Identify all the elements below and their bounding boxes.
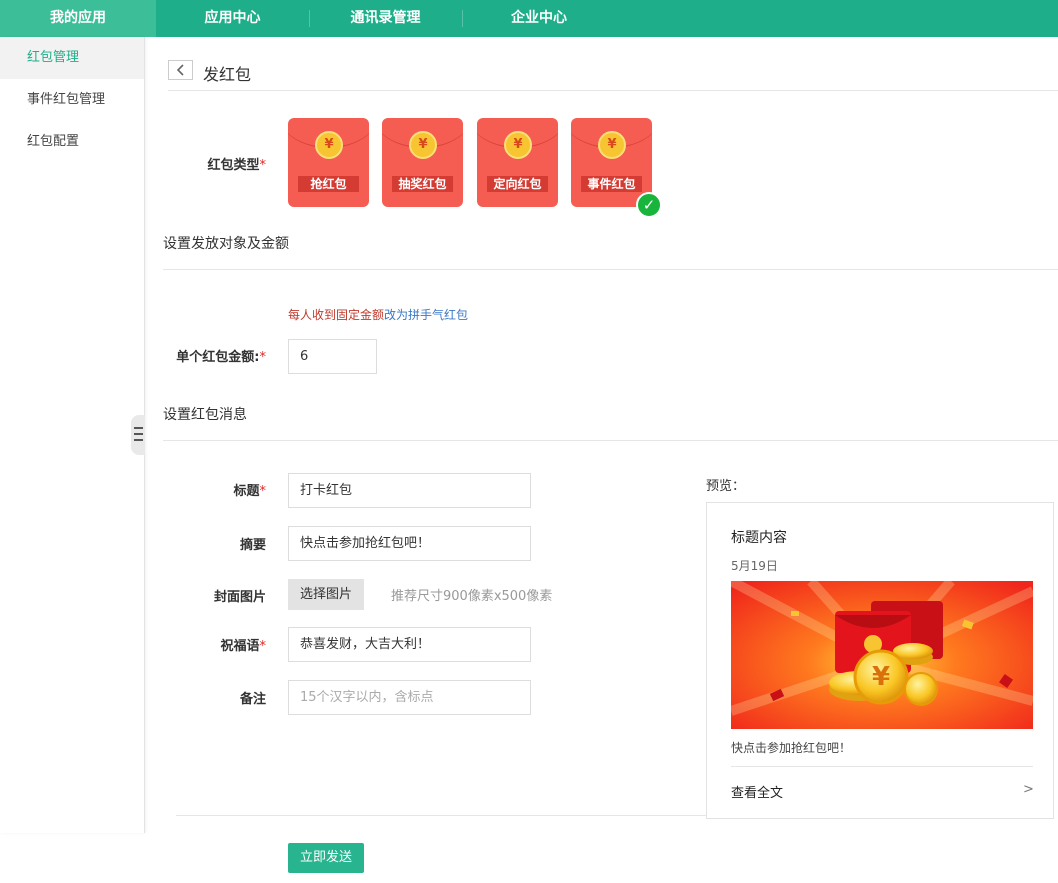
- preview-title: 标题内容: [731, 530, 787, 546]
- sidebar-item-redpacket-management[interactable]: 红包管理: [0, 37, 144, 79]
- type-option-label: 事件红包: [581, 176, 642, 192]
- type-option-event[interactable]: ¥ 事件红包: [571, 118, 652, 207]
- preview-cover-image: ¥: [731, 581, 1033, 729]
- chevron-left-icon: [176, 64, 184, 76]
- divider: [163, 440, 1058, 441]
- chevron-right-icon: >: [1023, 782, 1034, 797]
- summary-input[interactable]: 快点击参加抢红包吧！: [288, 526, 531, 561]
- checkmark-icon: ✓: [636, 192, 662, 218]
- divider: [176, 815, 706, 816]
- svg-text:¥: ¥: [872, 662, 890, 692]
- read-more-link[interactable]: 查看全文: [731, 782, 783, 801]
- note-input[interactable]: 15个汉字以内，含标点: [288, 680, 531, 715]
- page-title: 发红包: [203, 65, 252, 84]
- type-option-directed[interactable]: ¥ 定向红包: [477, 118, 558, 207]
- blessing-input[interactable]: 恭喜发财，大吉大利！: [288, 627, 531, 662]
- title-label: 标题*: [233, 484, 266, 499]
- sidebar: 红包管理 事件红包管理 红包配置: [0, 37, 145, 833]
- type-option-label: 抽奖红包: [392, 176, 453, 192]
- top-nav: 我的应用 应用中心 通讯录管理 企业中心: [0, 0, 1058, 37]
- type-option-label: 定向红包: [487, 176, 548, 192]
- type-option-lottery[interactable]: ¥ 抽奖红包: [382, 118, 463, 207]
- preview-label: 预览：: [706, 479, 746, 494]
- divider: [163, 269, 1058, 270]
- cover-size-hint: 推荐尺寸900像素x500像素: [391, 589, 553, 604]
- yuan-coin-icon: ¥: [315, 131, 343, 159]
- amount-hint: 每人收到固定金额改为拼手气红包: [288, 306, 468, 323]
- summary-label: 摘要: [239, 538, 266, 553]
- yuan-coin-icon: ¥: [598, 131, 626, 159]
- amount-hint-text: 每人收到固定金额: [288, 308, 385, 322]
- type-option-label: 抢红包: [298, 176, 359, 192]
- type-label: 红包类型*: [207, 158, 266, 173]
- note-label: 备注: [239, 692, 266, 707]
- sidebar-item-redpacket-config[interactable]: 红包配置: [0, 121, 144, 163]
- divider: [731, 766, 1033, 767]
- tab-enterprise[interactable]: 企业中心: [462, 0, 616, 37]
- amount-input[interactable]: 6: [288, 339, 377, 374]
- divider: [168, 90, 1058, 91]
- tab-app-center[interactable]: 应用中心: [156, 0, 309, 37]
- yuan-coin-icon: ¥: [409, 131, 437, 159]
- back-button[interactable]: [168, 60, 193, 80]
- section-title-message: 设置红包消息: [163, 407, 247, 423]
- section-title-amount: 设置发放对象及金额: [163, 236, 289, 252]
- choose-image-button[interactable]: 选择图片: [288, 579, 364, 610]
- cover-label: 封面图片: [213, 590, 266, 605]
- sidebar-item-event-redpacket[interactable]: 事件红包管理: [0, 79, 144, 121]
- preview-date: 5月19日: [731, 559, 778, 573]
- tab-contacts[interactable]: 通讯录管理: [309, 0, 462, 37]
- sidebar-toggle-handle[interactable]: [131, 415, 145, 455]
- preview-card: 标题内容 5月19日 ¥ 快点击参加抢红包吧！ 查看全文 >: [706, 502, 1054, 819]
- yuan-coin-icon: ¥: [504, 131, 532, 159]
- switch-to-random-link[interactable]: 改为拼手气红包: [384, 308, 468, 322]
- title-input[interactable]: 打卡红包: [288, 473, 531, 508]
- blessing-label: 祝福语*: [220, 639, 266, 654]
- preview-summary: 快点击参加抢红包吧！: [731, 741, 852, 755]
- type-option-grab[interactable]: ¥ 抢红包: [288, 118, 369, 207]
- tab-my-apps[interactable]: 我的应用: [0, 0, 156, 37]
- send-now-button[interactable]: 立即发送: [288, 843, 364, 873]
- amount-label: 单个红包金额:*: [176, 350, 266, 365]
